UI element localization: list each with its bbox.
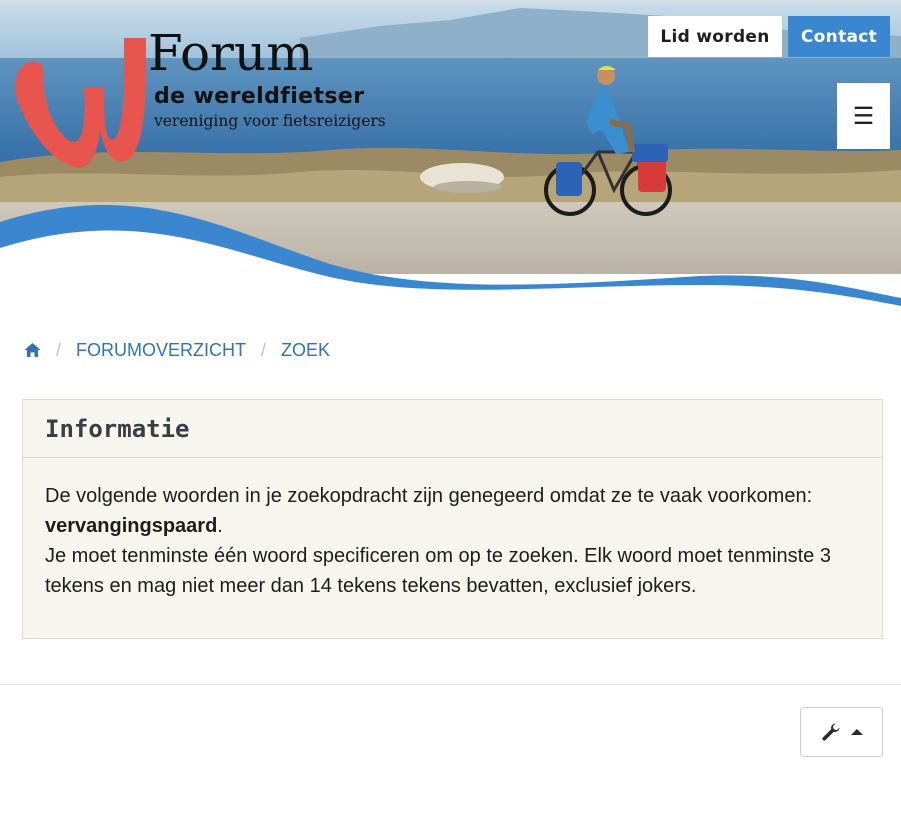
logo-tagline[interactable]: vereniging voor fietsreizigers — [154, 112, 386, 130]
caret-up-icon — [850, 729, 863, 735]
hamburger-icon: ☰ — [852, 102, 875, 130]
logo-subtitle[interactable]: de wereldfietser — [154, 84, 364, 109]
home-icon[interactable] — [24, 342, 41, 358]
logo-title[interactable]: Forum — [148, 28, 314, 78]
panel-body: De volgende woorden in je zoekopdracht z… — [23, 458, 882, 601]
info-panel: Informatie De volgende woorden in je zoe… — [22, 399, 883, 639]
message-line-2: Je moet tenminste één woord specificeren… — [45, 545, 831, 597]
top-border — [0, 0, 901, 2]
contact-button[interactable]: Contact — [788, 16, 890, 57]
breadcrumb-zoek[interactable]: ZOEK — [281, 340, 330, 361]
menu-button[interactable]: ☰ — [837, 83, 890, 149]
wrench-icon — [821, 723, 839, 741]
join-button[interactable]: Lid worden — [648, 16, 782, 57]
message-punct: . — [217, 515, 223, 537]
breadcrumb: / FORUMOVERZICHT / ZOEK — [24, 338, 330, 362]
message-line-1: De volgende woorden in je zoekopdracht z… — [45, 485, 813, 507]
breadcrumb-separator: / — [56, 339, 62, 360]
tools-dropdown-button[interactable] — [800, 707, 883, 757]
ignored-word: vervangingspaard — [45, 515, 218, 537]
ignored-words-message: De volgende woorden in je zoekopdracht z… — [45, 481, 860, 541]
panel-title: Informatie — [23, 400, 882, 458]
breadcrumb-separator: / — [261, 339, 267, 360]
footer-divider — [0, 684, 901, 685]
breadcrumb-forumoverzicht[interactable]: FORUMOVERZICHT — [76, 340, 246, 361]
header-banner: Forum de wereldfietser vereniging voor f… — [0, 2, 901, 312]
